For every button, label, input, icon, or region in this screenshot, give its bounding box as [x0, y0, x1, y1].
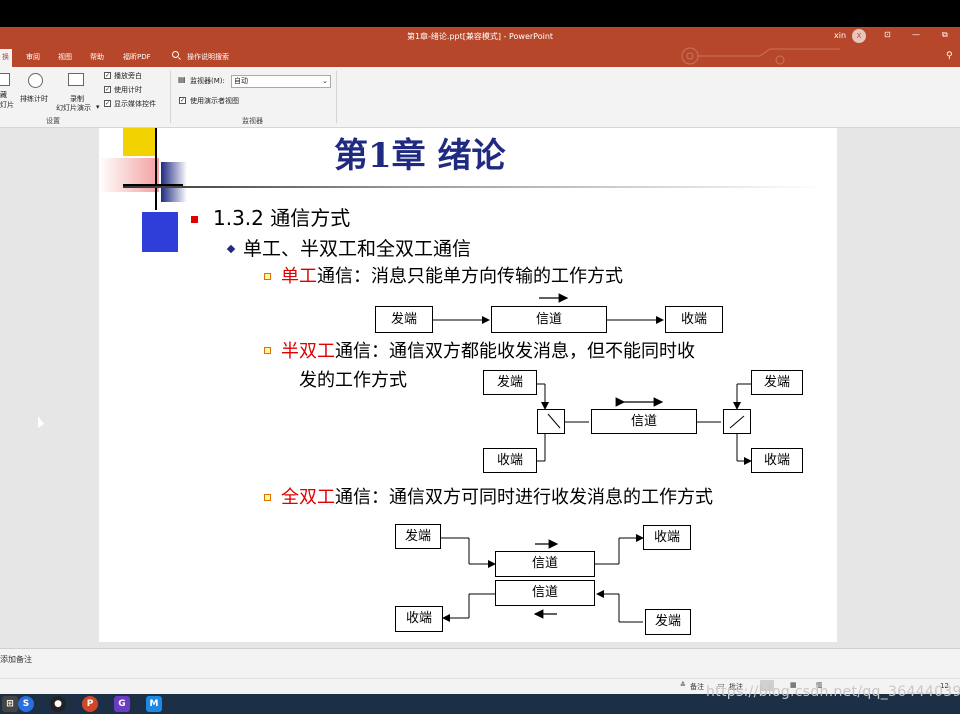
monitor-select-value: 自动	[234, 77, 248, 85]
chevron-down-icon: ⌄	[322, 77, 328, 85]
full-right-recv-box: 收端	[643, 525, 691, 550]
share-person-icon[interactable]: ⚲	[946, 51, 953, 61]
title-bar: 第1章-绪论.ppt[兼容模式] - PowerPoint xin X ⊡ — …	[0, 27, 960, 45]
monitor-label: 监视器(M):	[190, 77, 225, 85]
user-name[interactable]: xin	[834, 31, 846, 40]
circuit-decoration	[681, 47, 840, 65]
window-title: 第1章-绪论.ppt[兼容模式] - PowerPoint	[406, 32, 554, 41]
app-g-icon[interactable]: G	[114, 696, 130, 712]
half-left-recv-box: 收端	[483, 448, 537, 473]
full-channel-box-1: 信道	[495, 551, 595, 577]
notes-pane[interactable]: 添加备注	[0, 648, 960, 678]
group-divider	[170, 71, 171, 123]
group-divider	[336, 71, 337, 123]
group-setup-label: 设置	[46, 117, 60, 125]
slide-canvas[interactable]: 第1章 绪论 1.3.2 通信方式 单工、半双工和全双工通信 单工通信：消息只能…	[99, 128, 837, 642]
checkbox-timing[interactable]: ✓	[104, 86, 111, 93]
powerpoint-icon[interactable]: P	[82, 696, 98, 712]
tab-view[interactable]: 视图	[58, 52, 72, 62]
checkbox-media[interactable]: ✓	[104, 100, 111, 107]
monitor-select[interactable]: 自动 ⌄	[231, 75, 331, 88]
notes-placeholder[interactable]: 添加备注	[0, 654, 32, 665]
full-left-send-box: 发端	[395, 524, 441, 549]
notes-button[interactable]: 备注	[690, 682, 704, 692]
minimize-icon[interactable]: —	[912, 30, 920, 39]
app-m-icon[interactable]: M	[146, 696, 162, 712]
mouse-cursor-icon	[38, 416, 44, 428]
ribbon-display-icon[interactable]: ⊡	[884, 30, 891, 39]
hide-slide-label-1[interactable]: 藏	[0, 90, 7, 100]
checkbox-timing-label: 使用计时	[114, 86, 142, 94]
simplex-recv-box: 收端	[665, 306, 723, 333]
group-monitor-label: 监视器	[242, 117, 263, 125]
diagram-lines	[433, 293, 753, 623]
monitor-icon: ▤	[178, 75, 186, 84]
ribbon-tabs: 换 审阅 视图 帮助 福昕PDF 操作说明搜索 ⚲	[0, 45, 960, 67]
half-left-send-box: 发端	[483, 370, 537, 395]
watermark: https://blog.csdn.net/qq_36444039	[706, 684, 960, 700]
rehearse-timings-icon[interactable]	[28, 73, 43, 88]
lightbulb-search-icon[interactable]	[172, 51, 179, 58]
half-left-switch-box	[537, 409, 565, 434]
qq-icon[interactable]: ●	[50, 696, 66, 712]
start-icon[interactable]: ⊞	[2, 696, 18, 712]
restore-icon[interactable]: ⧉	[942, 30, 948, 40]
tab-foxit-pdf[interactable]: 福昕PDF	[123, 52, 151, 62]
half-right-send-box: 发端	[751, 370, 803, 395]
checkbox-presenter-label: 使用演示者视图	[190, 97, 239, 105]
avatar[interactable]: X	[852, 29, 866, 43]
half-right-recv-box: 收端	[751, 448, 803, 473]
tab-help[interactable]: 帮助	[90, 52, 104, 62]
tab-transitions[interactable]: 换	[0, 49, 12, 67]
simplex-send-box: 发端	[375, 306, 433, 333]
half-right-switch-box	[723, 409, 751, 434]
checkbox-presenter-view[interactable]: ✓	[179, 97, 186, 104]
hide-slide-label-2[interactable]: 灯片	[0, 100, 14, 110]
record-slideshow-icon[interactable]	[68, 73, 84, 86]
simplex-channel-box: 信道	[491, 306, 607, 333]
full-right-send-box: 发端	[645, 609, 691, 635]
full-channel-box-2: 信道	[495, 580, 595, 606]
checkbox-narration-label: 播放旁白	[114, 72, 142, 80]
tell-me-search[interactable]: 操作说明搜索	[187, 52, 229, 62]
notes-icon[interactable]: ≙	[680, 681, 686, 689]
hide-slide-icon[interactable]	[0, 73, 10, 86]
ribbon: 藏 灯片 排练计时 录制 幻灯片演示 ▾ ✓ 播放旁白 ✓ 使用计时 ✓ 显示媒…	[0, 67, 960, 128]
checkbox-narration[interactable]: ✓	[104, 72, 111, 79]
sogou-icon[interactable]: S	[18, 696, 34, 712]
half-channel-box: 信道	[591, 409, 697, 434]
top-black-band	[0, 0, 960, 27]
record-slideshow-button[interactable]: 幻灯片演示	[56, 103, 91, 113]
checkbox-media-label: 显示媒体控件	[114, 100, 156, 108]
chevron-down-icon[interactable]: ▾	[96, 103, 100, 111]
tab-review[interactable]: 审阅	[26, 52, 40, 62]
powerpoint-window: { "app": { "title": "第1章-绪论.ppt[兼容模式] - …	[0, 0, 960, 714]
full-left-recv-box: 收端	[395, 606, 443, 632]
rehearse-timings-button[interactable]: 排练计时	[20, 94, 48, 104]
